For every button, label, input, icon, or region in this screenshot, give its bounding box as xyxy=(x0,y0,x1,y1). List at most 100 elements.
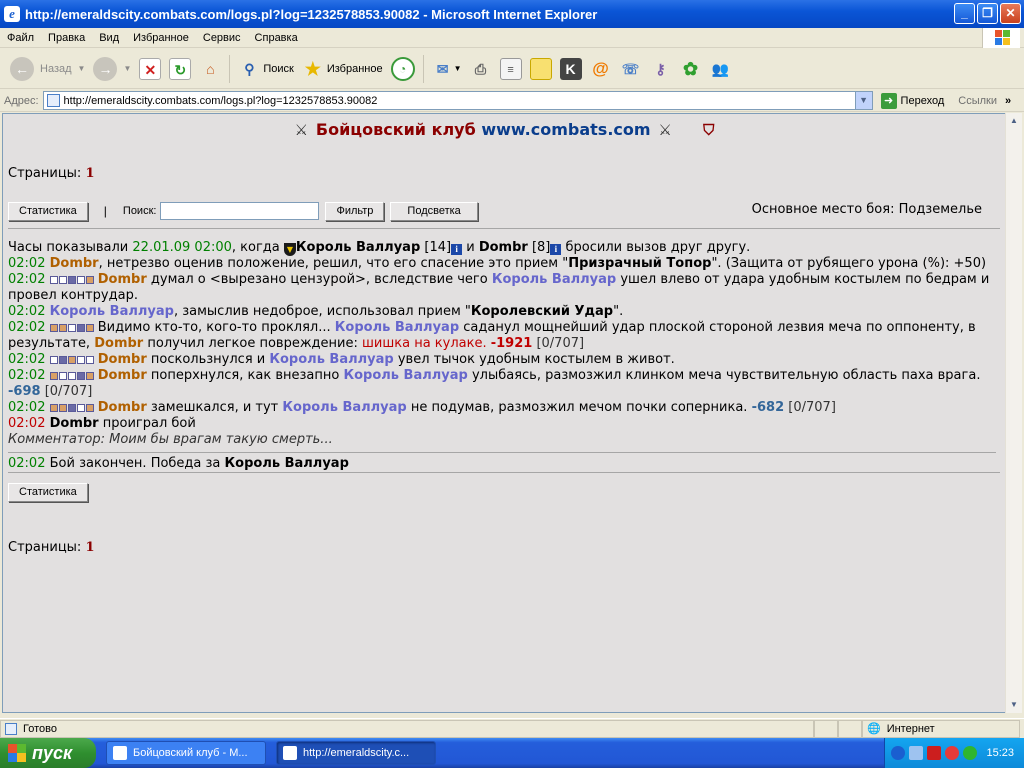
mailru-button[interactable]: @ xyxy=(586,53,616,85)
log-time: 02:02 xyxy=(8,256,46,271)
actor-name[interactable]: Dombr xyxy=(98,400,147,415)
damage-value: -682 xyxy=(751,400,785,415)
menu-edit[interactable]: Правка xyxy=(41,32,92,44)
log-text: Бой закончен. Победа за xyxy=(49,456,221,471)
k-icon: K xyxy=(559,57,582,80)
log-time: 02:02 xyxy=(8,416,46,431)
chevron-right-icon[interactable]: » xyxy=(1005,95,1011,107)
taskbar: пуск Бойцовский клуб - М... http://emera… xyxy=(0,738,1024,768)
toolbar-divider xyxy=(422,54,424,83)
close-button[interactable]: ✕ xyxy=(1000,3,1021,24)
target-name[interactable]: Король Валлуар xyxy=(343,368,467,383)
target-name[interactable]: Король Валлуар xyxy=(492,272,616,287)
note-icon xyxy=(529,57,552,80)
scroll-up-icon[interactable]: ▲ xyxy=(1006,113,1022,129)
hit-zones-icon xyxy=(49,372,94,380)
research-button[interactable]: ⚷ xyxy=(646,53,676,85)
log-text: поскользнулся и xyxy=(150,352,266,367)
actor-name[interactable]: Dombr xyxy=(98,352,147,367)
start-button[interactable]: пуск xyxy=(0,738,96,768)
player-level: [14] xyxy=(424,240,452,255)
page-link-1[interactable]: 1 xyxy=(85,540,94,555)
menu-view[interactable]: Вид xyxy=(92,32,126,44)
stats-button[interactable]: Статистика xyxy=(8,201,88,221)
highlight-button[interactable]: Подсветка xyxy=(390,201,478,221)
hit-zones-icon xyxy=(49,356,94,364)
taskbar-item-logs[interactable]: http://emeraldscity.c... xyxy=(276,741,436,765)
actor-name[interactable]: Король Валлуар xyxy=(335,320,459,335)
filter-button[interactable]: Фильтр xyxy=(325,201,385,221)
status-ready: Готово xyxy=(23,722,57,735)
address-input[interactable]: http://emeraldscity.combats.com/logs.pl?… xyxy=(42,91,873,110)
winner-name[interactable]: Король Валлуар xyxy=(225,456,349,471)
scroll-down-icon[interactable]: ▼ xyxy=(1006,697,1022,713)
agent-icon[interactable] xyxy=(963,746,977,760)
target-name[interactable]: Король Валлуар xyxy=(282,400,406,415)
search-button[interactable]: ⚲ Поиск xyxy=(234,53,297,85)
search-input[interactable] xyxy=(160,202,320,220)
log-text: получил легкое повреждение: xyxy=(147,336,358,351)
refresh-button[interactable]: ↻ xyxy=(165,53,195,85)
target-name[interactable]: Король Валлуар xyxy=(269,352,393,367)
search-icon: ⚲ xyxy=(244,60,255,77)
hit-zones-icon xyxy=(49,404,94,412)
go-button[interactable]: ➜ Переход xyxy=(880,92,944,109)
go-arrow-icon: ➜ xyxy=(880,92,897,109)
back-button[interactable]: ← Назад ▼ xyxy=(6,53,89,85)
site-link[interactable]: www.combats.com xyxy=(481,120,650,139)
player-name[interactable]: Король Валлуар xyxy=(296,240,420,255)
menu-file[interactable]: Файл xyxy=(0,32,41,44)
window-titlebar[interactable]: e http://emeraldscity.combats.com/logs.p… xyxy=(0,0,1024,28)
links-button[interactable]: Ссылки xyxy=(958,95,997,107)
menu-favorites[interactable]: Избранное xyxy=(126,32,196,44)
tray-arrow-icon[interactable] xyxy=(891,746,905,760)
taskbar-item-combats[interactable]: Бойцовский клуб - М... xyxy=(106,741,266,765)
target-name[interactable]: Dombr xyxy=(94,336,143,351)
maximize-button[interactable]: ❐ xyxy=(977,3,998,24)
info-icon[interactable]: i xyxy=(451,244,463,255)
stats-button-bottom[interactable]: Статистика xyxy=(8,483,88,502)
forward-arrow-icon: → xyxy=(93,56,118,81)
ie-icon xyxy=(113,746,127,760)
battle-end-line: 02:02 Бой закончен. Победа за Король Вал… xyxy=(8,452,996,472)
info-icon[interactable]: i xyxy=(550,244,562,255)
vertical-scrollbar[interactable]: ▲ ▼ xyxy=(1005,113,1022,713)
status-zone: Интернет xyxy=(886,722,935,735)
shield-icon[interactable] xyxy=(945,746,959,760)
actor-name[interactable]: Король Валлуар xyxy=(50,304,174,319)
actor-name[interactable]: Dombr xyxy=(50,416,99,431)
stop-button[interactable]: ✕ xyxy=(135,53,165,85)
log-time: 02:02 xyxy=(8,320,46,335)
system-tray: 15:23 xyxy=(884,738,1024,768)
log-time: 02:02 xyxy=(8,304,46,319)
home-button[interactable]: ⌂ xyxy=(195,53,225,85)
antivirus-icon[interactable] xyxy=(927,746,941,760)
page-link-1[interactable]: 1 xyxy=(85,166,94,181)
favorites-button[interactable]: ★ Избранное xyxy=(298,53,387,85)
status-zone-segment: 🌐 Интернет xyxy=(862,719,1020,738)
notes-button[interactable] xyxy=(526,53,556,85)
forward-button[interactable]: → ▼ xyxy=(89,53,135,85)
minimize-button[interactable]: _ xyxy=(954,3,975,24)
network-icon[interactable] xyxy=(909,746,923,760)
menu-tools[interactable]: Сервис xyxy=(196,32,248,44)
print-button[interactable]: ⎙ xyxy=(466,53,496,85)
actor-name[interactable]: Dombr xyxy=(50,256,99,271)
mail-button[interactable]: ✉ ▼ xyxy=(428,53,466,85)
chevron-down-icon[interactable]: ▼ xyxy=(854,92,872,109)
history-button[interactable]: ◔ xyxy=(387,53,419,85)
menu-help[interactable]: Справка xyxy=(248,32,305,44)
player-name[interactable]: Dombr xyxy=(479,240,528,255)
hit-zones-icon xyxy=(49,276,94,284)
chevron-down-icon: ▼ xyxy=(123,64,132,73)
actor-name[interactable]: Dombr xyxy=(98,368,147,383)
actor-name[interactable]: Dombr xyxy=(98,272,147,287)
users-button[interactable]: 👥 xyxy=(706,53,736,85)
messenger-button[interactable]: ☏ xyxy=(616,53,646,85)
users-icon: 👥 xyxy=(711,60,730,77)
skill-name: Призрачный Топор xyxy=(568,256,712,271)
edit-button[interactable]: ≡ xyxy=(496,53,526,85)
history-icon: ◔ xyxy=(390,56,415,81)
k-button[interactable]: K xyxy=(556,53,586,85)
icq-button[interactable]: ✿ xyxy=(676,53,706,85)
